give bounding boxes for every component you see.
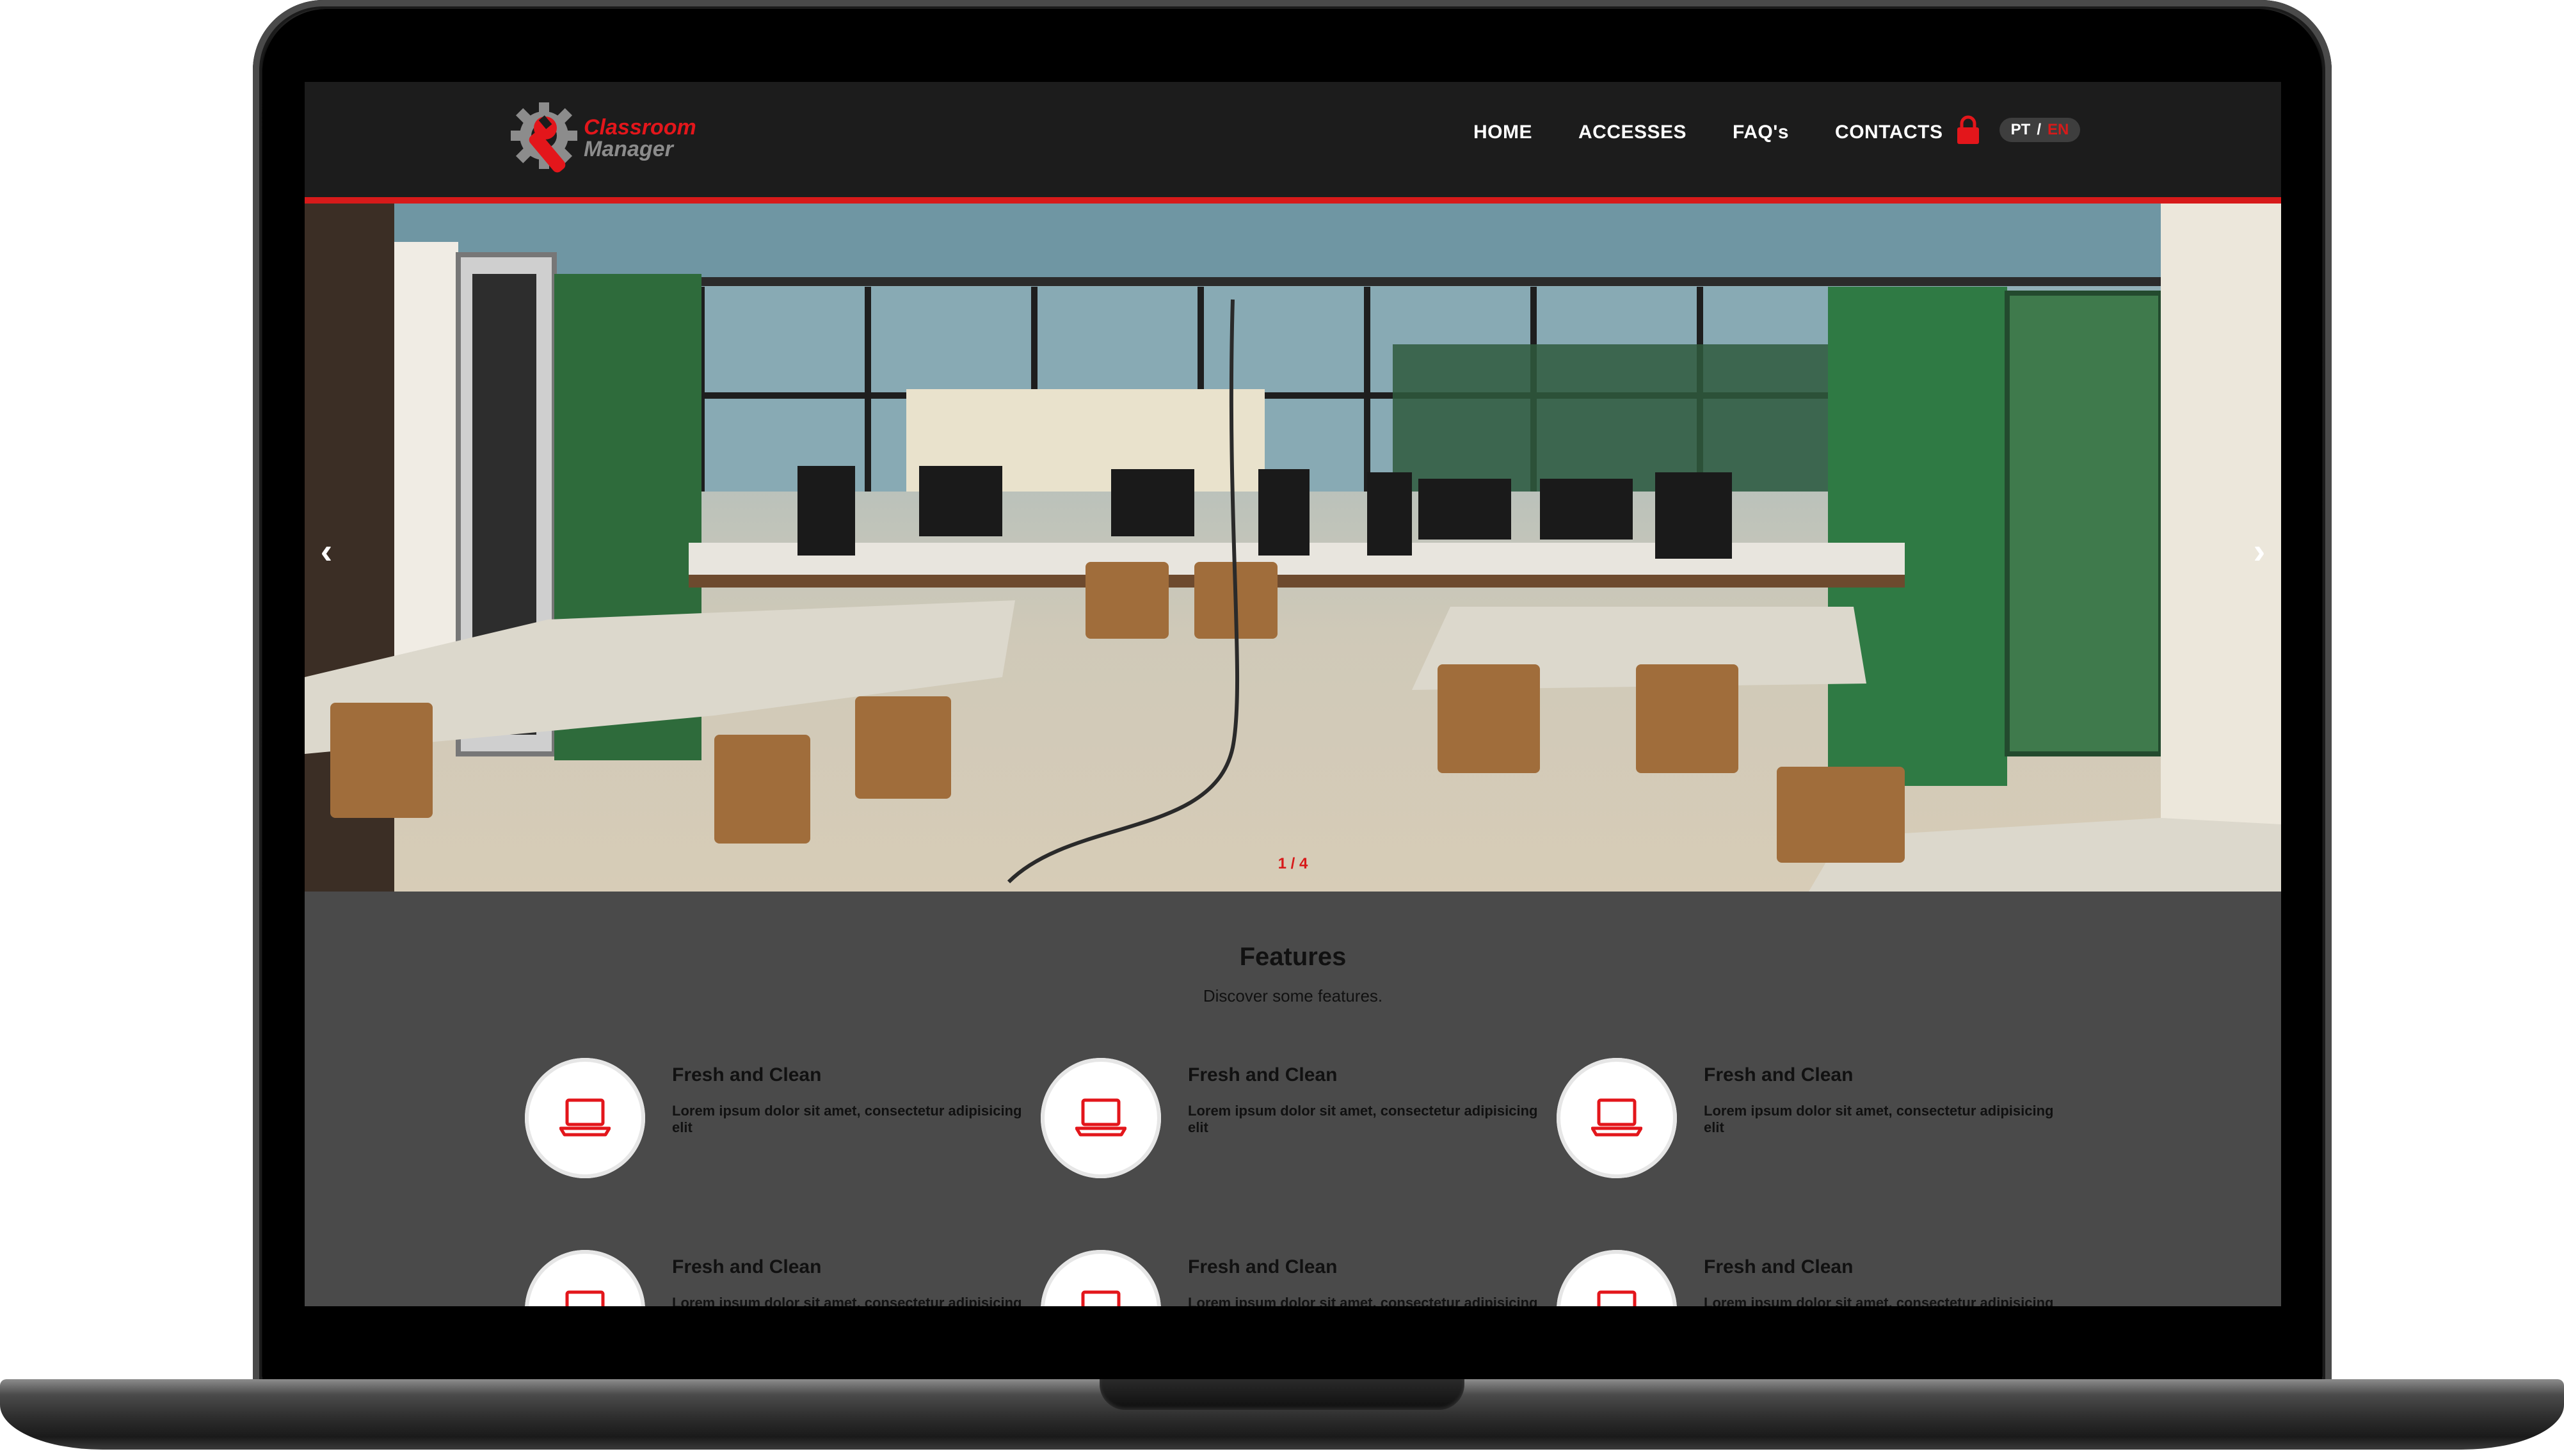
feature-desc: Lorem ipsum dolor sit amet, consectetur …: [672, 1295, 1022, 1306]
hero-slider: ‹ › 1 / 4: [305, 204, 2281, 892]
feature-icon-circle: [1557, 1058, 1677, 1178]
slider-prev-arrow[interactable]: ‹: [314, 530, 339, 572]
nav-home[interactable]: HOME: [1473, 122, 1532, 143]
main-nav: HOME ACCESSES FAQ's CONTACTS: [1473, 122, 1989, 143]
feature-item: Fresh and Clean Lorem ipsum dolor sit am…: [525, 1058, 1024, 1186]
feature-desc: Lorem ipsum dolor sit amet, consectetur …: [672, 1103, 1022, 1135]
features-title: Features: [1239, 943, 1347, 971]
feature-title: Fresh and Clean: [1704, 1064, 1854, 1085]
laptop-screen: Classroom Manager HOME ACCESSES FAQ's CO…: [305, 82, 2281, 1306]
navbar: Classroom Manager HOME ACCESSES FAQ's CO…: [305, 82, 2281, 204]
feature-desc: Lorem ipsum dolor sit amet, consectetur …: [1188, 1103, 1538, 1135]
nav-accesses[interactable]: ACCESSES: [1578, 122, 1687, 143]
feature-title: Fresh and Clean: [672, 1256, 822, 1277]
lang-pt[interactable]: PT: [2011, 121, 2031, 139]
feature-desc: Lorem ipsum dolor sit amet, consectetur …: [1188, 1295, 1538, 1306]
feature-icon-circle: [1041, 1058, 1161, 1178]
language-switcher: PT / EN: [1999, 118, 2080, 142]
feature-item: Fresh and Clean Lorem ipsum dolor sit am…: [1557, 1058, 2056, 1186]
feature-title: Fresh and Clean: [1188, 1256, 1338, 1277]
logo[interactable]: Classroom Manager: [507, 91, 696, 180]
feature-desc: Lorem ipsum dolor sit amet, consectetur …: [1704, 1295, 2054, 1306]
slider-next-arrow[interactable]: ›: [2247, 530, 2272, 572]
laptop-icon: [559, 1098, 611, 1137]
laptop-icon: [1597, 1290, 1637, 1306]
nav-faqs[interactable]: FAQ's: [1733, 122, 1789, 143]
feature-desc: Lorem ipsum dolor sit amet, consectetur …: [1704, 1103, 2054, 1135]
nav-contacts[interactable]: CONTACTS: [1835, 122, 1943, 143]
laptop-notch: [1100, 1379, 1464, 1410]
feature-icon-circle: [525, 1058, 645, 1178]
classroom-photo: [305, 204, 2281, 892]
lang-en[interactable]: EN: [2047, 121, 2069, 139]
feature-title: Fresh and Clean: [1704, 1256, 1854, 1277]
laptop-icon: [1591, 1098, 1642, 1137]
logo-line1: Classroom: [584, 115, 696, 140]
feature-icon-circle: [1557, 1250, 1677, 1306]
gear-wrench-icon: [511, 102, 577, 173]
feature-item: Fresh and Clean Lorem ipsum dolor sit am…: [525, 1250, 1024, 1306]
lock-icon[interactable]: [1956, 115, 1980, 145]
logo-line2: Manager: [584, 137, 673, 161]
laptop-icon: [565, 1290, 605, 1306]
lang-separator: /: [2037, 121, 2041, 138]
feature-item: Fresh and Clean Lorem ipsum dolor sit am…: [1041, 1058, 1540, 1186]
feature-item: Fresh and Clean Lorem ipsum dolor sit am…: [1041, 1250, 1540, 1306]
feature-title: Fresh and Clean: [1188, 1064, 1338, 1085]
feature-item: Fresh and Clean Lorem ipsum dolor sit am…: [1557, 1250, 2056, 1306]
slider-counter: 1 / 4: [1278, 855, 1308, 872]
features-subtitle: Discover some features.: [1203, 986, 1383, 1005]
laptop-icon: [1081, 1290, 1121, 1306]
laptop-icon: [1075, 1098, 1126, 1137]
feature-title: Fresh and Clean: [672, 1064, 822, 1085]
feature-icon-circle: [1041, 1250, 1161, 1306]
features-section: Features Discover some features. Fresh a…: [305, 892, 2281, 1306]
feature-icon-circle: [525, 1250, 645, 1306]
